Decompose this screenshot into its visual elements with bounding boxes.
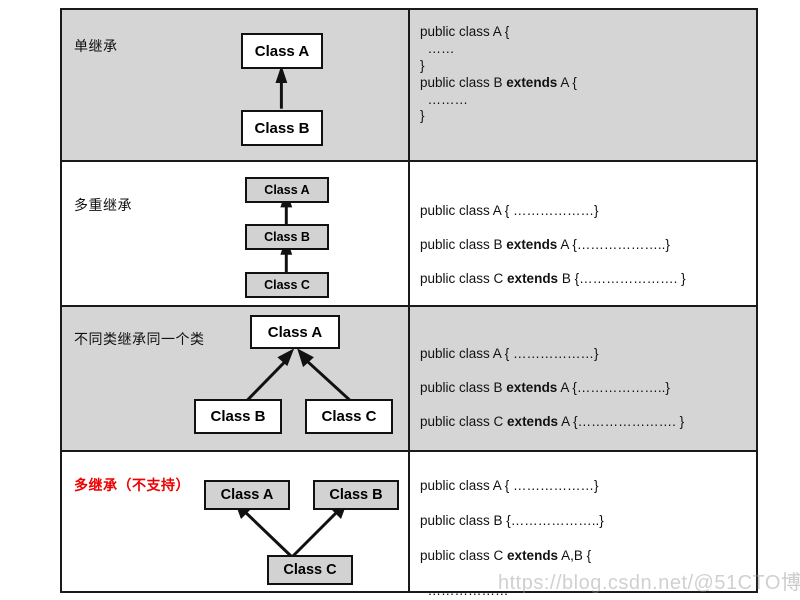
class-box-label: Class B — [210, 408, 266, 425]
code-segment: extends — [507, 548, 559, 563]
watermark: https://blog.csdn.net/@51CTO博客 — [498, 566, 800, 595]
class-box: Class C — [305, 399, 393, 434]
code-segment: extends — [507, 414, 559, 429]
class-box-label: Class A — [254, 42, 310, 60]
code-segment: public class C — [420, 548, 508, 563]
class-box: Class B — [241, 110, 323, 146]
diagram-canvas: 单继承 Class A Class B public class A { ……}… — [0, 0, 800, 600]
code-line: public class A { ………………} — [420, 468, 750, 503]
class-box: Class C — [267, 555, 353, 585]
row-label: 多继承（不支持） — [74, 477, 190, 493]
code-segment: B {…………………. } — [558, 271, 686, 286]
code-segment: public class C — [420, 414, 508, 429]
class-box-label: Class C — [264, 278, 310, 292]
code-segment: public class B {………………..} — [420, 513, 604, 528]
code-segment: A {………………..} — [557, 380, 670, 395]
code-segment: public class C — [420, 271, 508, 286]
class-box-label: Class A — [267, 323, 323, 341]
table-row: 多重继承 Class A Class B Class C public clas… — [62, 162, 756, 307]
class-box-label: Class A — [264, 183, 310, 197]
code-segment: …… — [420, 40, 455, 56]
code-line: public class A { ………………} — [420, 194, 750, 228]
class-box-label: Class B — [264, 230, 310, 244]
watermark-suffix: 博客 — [780, 572, 800, 594]
code-segment: extends — [507, 271, 559, 286]
code-line: } — [420, 108, 750, 125]
row-label: 不同类继承同一个类 — [74, 331, 205, 347]
code-segment: public class A { ………………} — [420, 478, 599, 493]
code-segment: A,B { — [558, 548, 592, 563]
code-block: public class A { ………………} public class B e… — [420, 337, 750, 439]
diagram-cell: 单继承 Class A Class B — [62, 10, 410, 160]
code-segment: public class A { ………………} — [420, 346, 599, 361]
code-cell: public class A { ……} public class B exten… — [410, 10, 756, 160]
inheritance-table: 单继承 Class A Class B public class A { ……}… — [60, 8, 758, 598]
code-line: public class B {………………..} — [420, 503, 750, 538]
class-box: Class B — [313, 480, 399, 510]
code-segment: public class B — [420, 74, 507, 90]
code-segment: ……… — [420, 91, 469, 107]
diagram-cell: 不同类继承同一个类 Class A Class B Class C — [62, 307, 410, 450]
code-line: …… — [420, 41, 750, 58]
code-line: } — [420, 58, 750, 75]
class-box-label: Class C — [283, 562, 337, 578]
arrow-layer — [280, 189, 293, 273]
class-box: Class A — [204, 480, 290, 510]
row-label: 单继承 — [74, 38, 118, 54]
code-line: public class C extends A {…………………. } — [420, 405, 750, 439]
diagram-cell: 多重继承 Class A Class B Class C — [62, 162, 410, 305]
code-line: public class B extends A { — [420, 75, 750, 92]
code-line: public class B extends A {………………..} — [420, 371, 750, 405]
code-segment: ……………… — [420, 583, 509, 598]
class-box-label: Class B — [329, 487, 383, 503]
code-cell: public class A { ………………} public class B e… — [410, 162, 756, 305]
row-label: 多重继承 — [74, 197, 132, 213]
code-line: public class A { — [420, 24, 750, 41]
diagram-cell: 多继承（不支持） Class A Class B Class C — [62, 452, 410, 591]
code-segment: extends — [506, 380, 558, 395]
code-segment: A {…………………. } — [558, 414, 685, 429]
class-box-label: Class B — [254, 119, 310, 137]
code-segment: public class B — [420, 237, 507, 252]
code-line: public class A { ………………} — [420, 337, 750, 371]
class-box-label: Class C — [321, 408, 377, 425]
code-segment: extends — [506, 74, 558, 90]
class-box: Class A — [250, 315, 340, 349]
code-segment: public class B — [420, 380, 507, 395]
code-line: public class B extends A {………………..} — [420, 228, 750, 262]
code-line: ……… — [420, 92, 750, 109]
arrow-layer — [275, 65, 288, 109]
code-cell: public class A { ………………} public class B e… — [410, 307, 756, 450]
code-segment: extends — [506, 237, 558, 252]
code-block: public class A { ………………} public class B e… — [420, 194, 750, 296]
code-segment: } — [420, 108, 425, 124]
code-segment: A { — [557, 74, 577, 90]
code-block: public class A { ……} public class B exten… — [420, 24, 750, 125]
watermark-url: https://blog.csdn.net/@51CTO — [498, 572, 781, 594]
table-row: 单继承 Class A Class B public class A { ……}… — [62, 10, 756, 162]
class-box: Class C — [245, 272, 329, 298]
class-box: Class B — [245, 224, 329, 250]
code-segment: public class A { — [420, 24, 510, 39]
code-segment: A {………………..} — [557, 237, 670, 252]
code-line: public class C extends B {…………………. } — [420, 262, 750, 296]
class-box: Class A — [241, 33, 323, 69]
code-segment: } — [420, 57, 425, 73]
class-box-label: Class A — [220, 487, 274, 503]
arrow-layer — [234, 500, 348, 559]
table-row: 不同类继承同一个类 Class A Class B Class C public… — [62, 307, 756, 452]
code-segment: public class A { ………………} — [420, 203, 599, 218]
class-box: Class B — [194, 399, 282, 434]
class-box: Class A — [245, 177, 329, 203]
